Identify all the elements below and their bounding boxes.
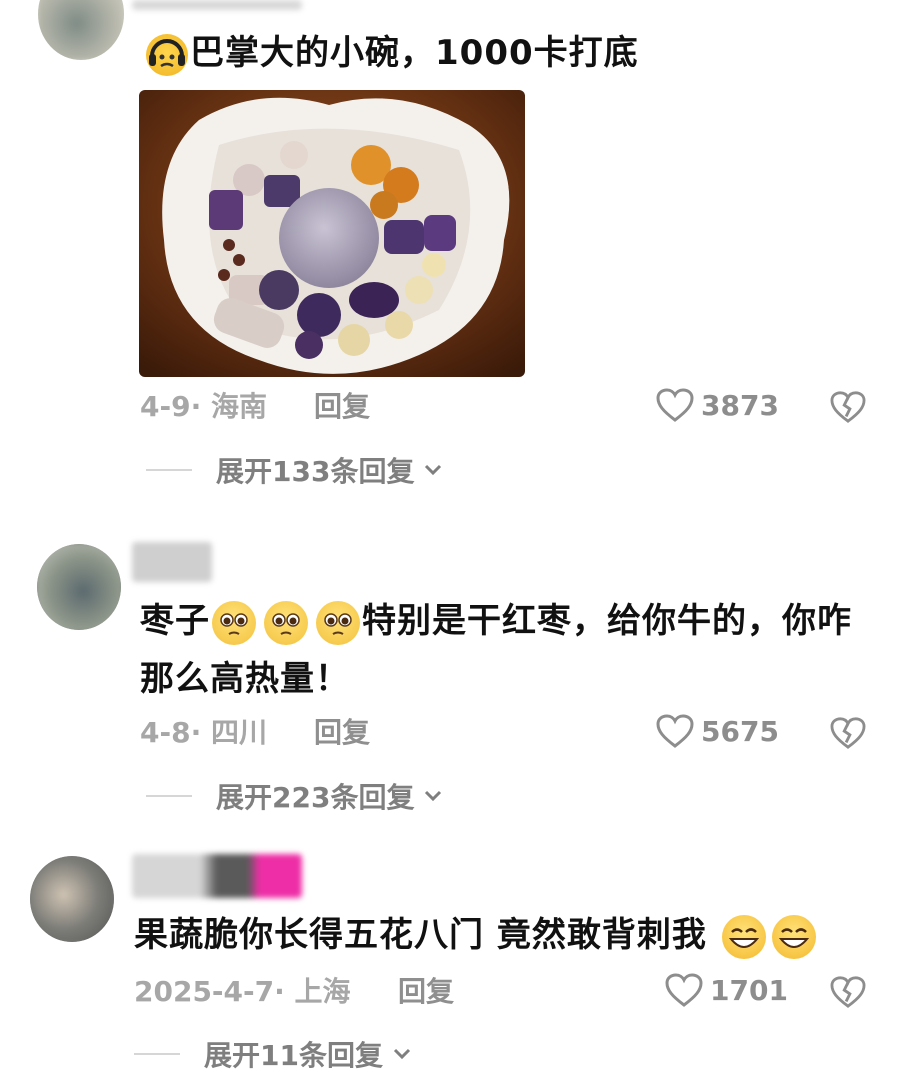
comment-image[interactable]: [139, 90, 525, 377]
avatar[interactable]: [37, 544, 121, 630]
like-count: 1701: [710, 973, 788, 1007]
chevron-down-icon: [425, 464, 442, 476]
divider-line: [146, 469, 192, 471]
like-button[interactable]: 3873: [655, 387, 779, 423]
chevron-down-icon: [393, 1048, 411, 1060]
pleading-face-emoji: [264, 600, 308, 645]
comment-meta: 2025-4-7· 上海: [134, 975, 351, 1008]
avatar[interactable]: [30, 856, 114, 942]
dislike-button[interactable]: [829, 390, 867, 428]
like-button[interactable]: 1701: [664, 972, 788, 1008]
comment-text-line2: 那么高热量！: [140, 659, 350, 699]
avatar[interactable]: [38, 0, 124, 60]
reply-button[interactable]: 回复: [398, 972, 454, 1012]
pleading-face-emoji: [212, 600, 256, 645]
expand-replies-label: 展开133条回复: [216, 455, 415, 488]
like-count: 3873: [701, 388, 779, 422]
grinning-face-emoji: [721, 914, 766, 959]
username[interactable]: [132, 854, 302, 898]
comment-meta: 4-8· 四川: [140, 716, 267, 749]
dislike-button[interactable]: [829, 975, 867, 1013]
dislike-button[interactable]: [829, 716, 867, 754]
comment-text: 果蔬脆你长得五花八门 竟然敢背刺我: [134, 908, 818, 962]
username[interactable]: [132, 0, 302, 10]
divider-line: [146, 795, 192, 797]
broken-heart-icon: [830, 391, 866, 423]
expand-replies[interactable]: 展开223条回复: [146, 776, 444, 816]
heart-icon: [665, 973, 703, 1007]
comment-text: 枣子 特别是干红枣，给你牛的，你咋: [140, 594, 852, 648]
grinning-face-emoji: [771, 914, 816, 959]
expand-replies-label: 展开11条回复: [204, 1039, 383, 1072]
comment-text: 巴掌大的小碗，1000卡打底: [144, 26, 639, 80]
reply-button[interactable]: 回复: [314, 713, 370, 753]
heart-icon: [656, 388, 694, 422]
reply-button[interactable]: 回复: [314, 387, 370, 427]
comment-meta: 4-9· 海南: [140, 390, 267, 423]
expand-replies[interactable]: 展开133条回复: [146, 450, 444, 490]
username[interactable]: [132, 542, 212, 582]
expand-replies-label: 展开223条回复: [216, 781, 415, 814]
pleading-face-emoji: [316, 600, 360, 645]
divider-line: [134, 1053, 180, 1055]
like-count: 5675: [701, 714, 779, 748]
broken-heart-icon: [830, 976, 866, 1008]
broken-heart-icon: [830, 717, 866, 749]
chevron-down-icon: [425, 790, 442, 802]
heart-icon: [656, 714, 694, 748]
headphones-face-emoji: [146, 33, 188, 76]
expand-replies[interactable]: 展开11条回复: [134, 1034, 413, 1074]
like-button[interactable]: 5675: [655, 713, 779, 749]
